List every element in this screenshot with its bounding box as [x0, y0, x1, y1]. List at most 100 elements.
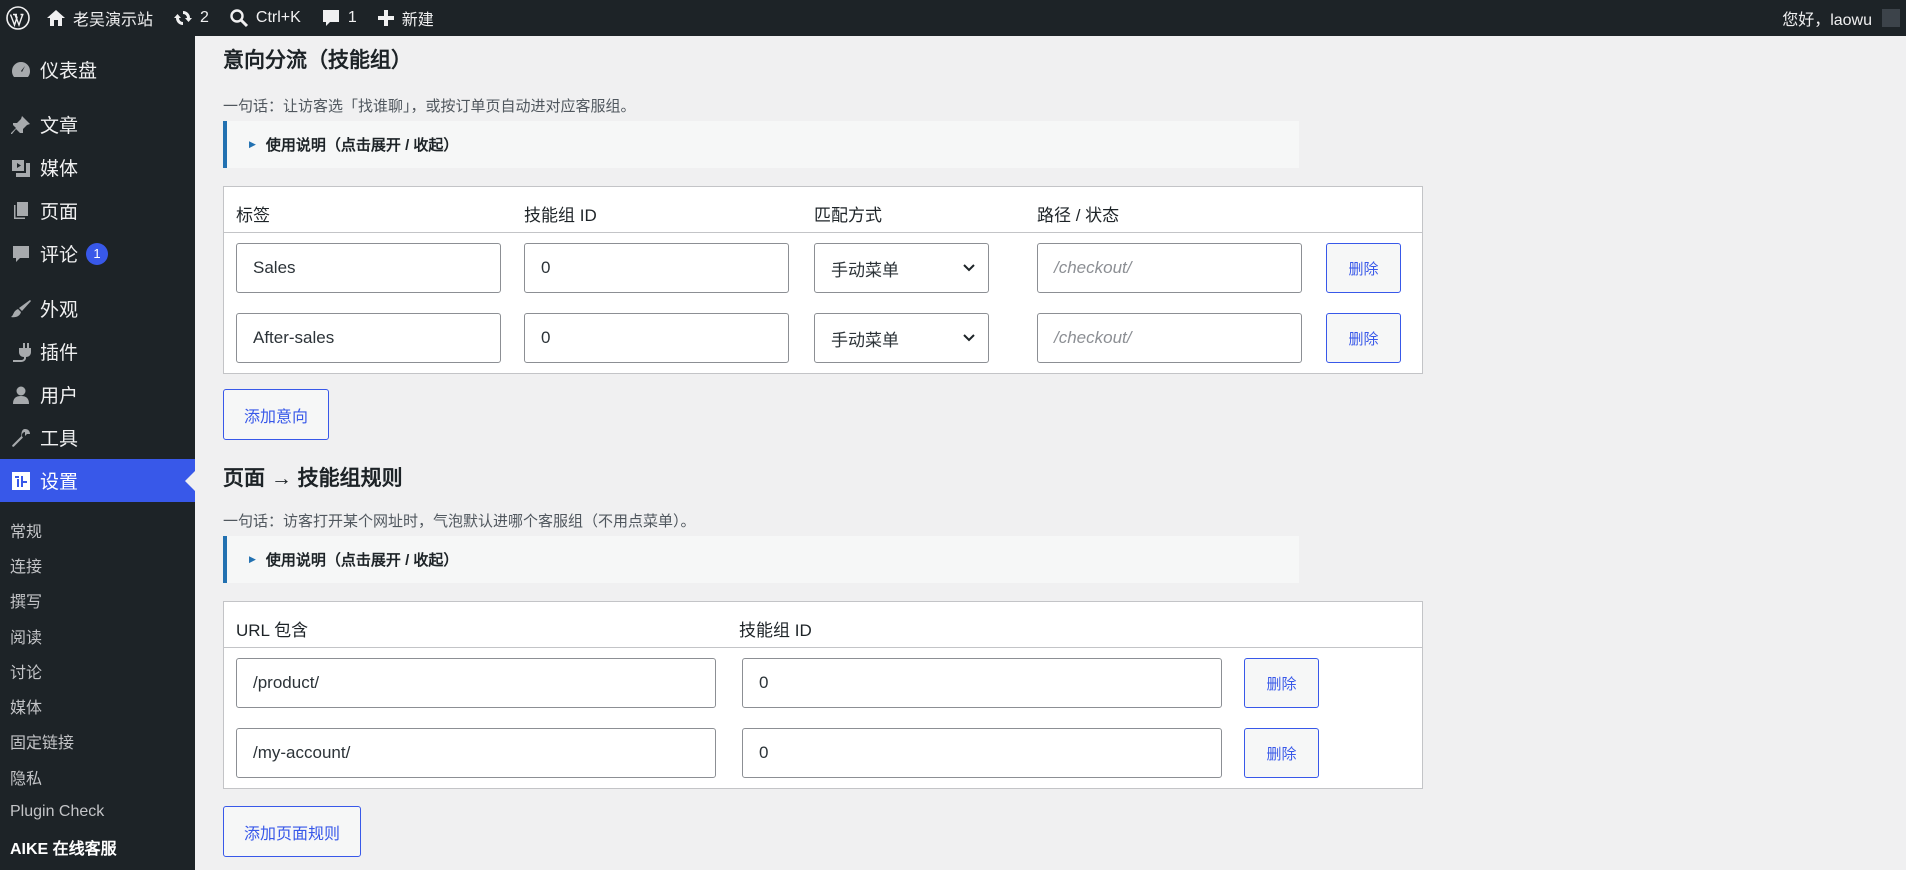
path-input[interactable]: /checkout/: [1037, 243, 1302, 293]
table-row: After-sales 0 手动菜单 /checkout/ 删除: [224, 303, 1422, 373]
menu-posts[interactable]: 文章: [0, 103, 195, 146]
intent-help-toggle[interactable]: ▶ 使用说明（点击展开 / 收起）: [223, 121, 1299, 168]
url-input[interactable]: /my-account/: [236, 728, 716, 778]
greeting: 您好，laowu: [1782, 12, 1872, 29]
submenu-connect[interactable]: 连接: [0, 547, 195, 582]
dashboard-icon: [8, 57, 34, 83]
updates-icon: [174, 11, 193, 25]
menu-label: 媒体: [40, 159, 79, 180]
updates-link[interactable]: 2: [163, 0, 219, 36]
plus-icon: [377, 10, 394, 26]
group-id-input[interactable]: 0: [742, 658, 1222, 708]
submenu-reading[interactable]: 阅读: [0, 618, 195, 653]
chevron-down-icon: [963, 334, 975, 342]
settings-submenu: 常规 连接 撰写 阅读 讨论 媒体 固定链接 隐私 Plugin Check A…: [0, 502, 195, 865]
table-header: 标签 技能组 ID 匹配方式 路径 / 状态: [224, 187, 1422, 233]
chevron-down-icon: [963, 264, 975, 272]
submenu-privacy[interactable]: 隐私: [0, 759, 195, 794]
delete-button[interactable]: 删除: [1326, 313, 1401, 363]
table-row: /my-account/ 0 删除: [224, 718, 1422, 788]
comments-count: 1: [347, 9, 357, 26]
media-icon: [8, 155, 34, 181]
column-header: 路径 / 状态: [1037, 206, 1120, 225]
home-icon: [47, 10, 65, 26]
page-rules-section-title: 页面 → 技能组规则: [223, 467, 403, 490]
menu-users[interactable]: 用户: [0, 373, 195, 416]
menu-label: 文章: [40, 116, 79, 137]
plug-icon: [8, 339, 34, 365]
menu-plugins[interactable]: 插件: [0, 330, 195, 373]
submenu-media[interactable]: 媒体: [0, 688, 195, 723]
new-label: 新建: [401, 12, 434, 29]
intent-section-title: 意向分流（技能组）: [223, 49, 412, 72]
comments-link[interactable]: 1: [311, 0, 367, 36]
my-account-link[interactable]: 您好，laowu: [1772, 0, 1906, 36]
delete-button[interactable]: 删除: [1244, 728, 1319, 778]
user-icon: [8, 382, 34, 408]
column-header: 技能组 ID: [739, 621, 812, 640]
submenu-aike-chat[interactable]: AIKE 在线客服: [0, 830, 195, 865]
search-shortcut: Ctrl+K: [255, 9, 301, 26]
menu-media[interactable]: 媒体: [0, 146, 195, 189]
table-header: URL 包含 技能组 ID: [224, 602, 1422, 648]
url-input[interactable]: /product/: [236, 658, 716, 708]
search-icon: [230, 9, 248, 28]
menu-label: 工具: [40, 429, 79, 450]
menu-label: 用户: [40, 386, 79, 407]
match-mode-select[interactable]: 手动菜单: [814, 313, 989, 363]
admin-sidebar: 仪表盘 文章 媒体 页面 评论 1 外观 插件 用户 工具 设置 常规 连接 撰…: [0, 36, 195, 870]
group-id-input[interactable]: 0: [742, 728, 1222, 778]
menu-label: 评论: [40, 245, 79, 266]
brush-icon: [8, 296, 34, 322]
table-row: Sales 0 手动菜单 /checkout/ 删除: [224, 233, 1422, 303]
site-name-link[interactable]: 老吴演示站: [36, 0, 163, 36]
delete-button[interactable]: 删除: [1244, 658, 1319, 708]
group-id-input[interactable]: 0: [524, 313, 789, 363]
settings-icon: [8, 468, 34, 494]
intent-section-desc: 一句话：让访客选「找谁聊」，或按订单页自动进对应客服组。: [223, 98, 636, 115]
menu-settings[interactable]: 设置: [0, 459, 195, 502]
intent-table: 标签 技能组 ID 匹配方式 路径 / 状态 Sales 0 手动菜单 /che…: [223, 186, 1423, 374]
column-header: 匹配方式: [814, 206, 882, 225]
table-row: /product/ 0 删除: [224, 648, 1422, 718]
submenu-discussion[interactable]: 讨论: [0, 653, 195, 688]
select-value: 手动菜单: [831, 260, 899, 280]
menu-tools[interactable]: 工具: [0, 416, 195, 459]
submenu-general[interactable]: 常规: [0, 512, 195, 547]
column-header: 标签: [236, 206, 270, 225]
page-rules-section-desc: 一句话：访客打开某个网址时，气泡默认进哪个客服组（不用点菜单）。: [223, 513, 696, 530]
column-header: URL 包含: [236, 621, 309, 640]
menu-label: 页面: [40, 202, 79, 223]
path-input[interactable]: /checkout/: [1037, 313, 1302, 363]
menu-dashboard[interactable]: 仪表盘: [0, 48, 195, 91]
label-input[interactable]: After-sales: [236, 313, 501, 363]
submenu-plugin-check[interactable]: Plugin Check: [0, 794, 195, 829]
menu-label: 插件: [40, 343, 79, 364]
disclosure-triangle-icon: ▶: [249, 139, 256, 149]
column-header: 技能组 ID: [524, 206, 597, 225]
add-intent-button[interactable]: 添加意向: [223, 389, 330, 440]
group-id-input[interactable]: 0: [524, 243, 789, 293]
wrench-icon: [8, 425, 34, 451]
label-input[interactable]: Sales: [236, 243, 501, 293]
disclosure-triangle-icon: ▶: [249, 554, 256, 564]
submenu-writing[interactable]: 撰写: [0, 583, 195, 618]
select-value: 手动菜单: [831, 330, 899, 350]
wordpress-logo-icon[interactable]: [0, 0, 36, 36]
page-icon: [8, 198, 34, 224]
menu-label: 外观: [40, 300, 79, 321]
search-link[interactable]: Ctrl+K: [219, 0, 311, 36]
menu-appearance[interactable]: 外观: [0, 287, 195, 330]
menu-comments[interactable]: 评论 1: [0, 232, 195, 275]
menu-pages[interactable]: 页面: [0, 189, 195, 232]
add-page-rule-button[interactable]: 添加页面规则: [223, 806, 362, 857]
pin-icon: [8, 112, 34, 138]
page-rules-help-toggle[interactable]: ▶ 使用说明（点击展开 / 收起）: [223, 536, 1299, 583]
avatar: [1882, 9, 1900, 27]
help-toggle-label: 使用说明（点击展开 / 收起）: [265, 137, 459, 154]
delete-button[interactable]: 删除: [1326, 243, 1401, 293]
new-content-link[interactable]: 新建: [367, 0, 444, 36]
admin-bar: 老吴演示站 2 Ctrl+K 1 新建 您好，laowu: [0, 0, 1906, 36]
match-mode-select[interactable]: 手动菜单: [814, 243, 989, 293]
submenu-permalinks[interactable]: 固定链接: [0, 724, 195, 759]
